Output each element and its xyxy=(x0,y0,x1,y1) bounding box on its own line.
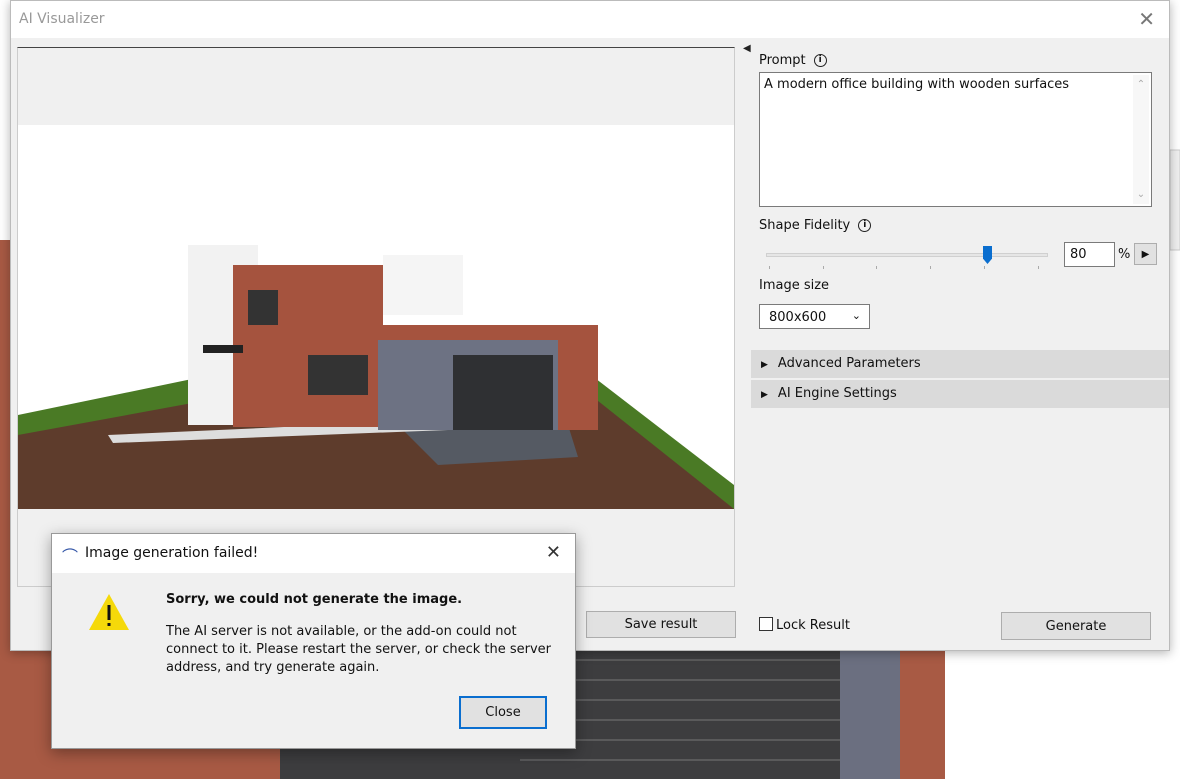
section-label: AI Engine Settings xyxy=(777,386,897,401)
collapse-panel-icon[interactable]: ◀ xyxy=(743,43,751,54)
info-icon[interactable]: i xyxy=(813,54,827,67)
error-dialog: ⌒ Image generation failed! ✕ Sorry, we c… xyxy=(51,533,576,749)
dialog-title-bar: ⌒ Image generation failed! ✕ xyxy=(52,534,575,573)
expand-arrow-icon: ▶ xyxy=(761,390,768,400)
ai-engine-settings-section[interactable]: ▶ AI Engine Settings xyxy=(751,380,1169,408)
image-size-label: Image size xyxy=(759,278,830,293)
chevron-down-icon: ⌄ xyxy=(851,309,861,322)
shape-fidelity-label: Shape Fidelity i xyxy=(759,218,872,233)
play-arrow-icon[interactable]: ▶ xyxy=(1134,243,1157,265)
slider-tick xyxy=(1038,266,1039,269)
window-title: AI Visualizer xyxy=(19,11,105,27)
prompt-value: A modern office building with wooden sur… xyxy=(764,77,1070,92)
image-size-value: 800x600 xyxy=(769,310,827,325)
app-logo-icon: ⌒ xyxy=(62,547,79,566)
shape-fidelity-input[interactable]: 80 xyxy=(1064,242,1115,267)
warning-icon xyxy=(89,594,129,630)
generate-button[interactable]: Generate xyxy=(1001,612,1151,640)
checkbox-box[interactable] xyxy=(759,617,773,631)
image-preview xyxy=(17,47,735,587)
dialog-heading: Sorry, we could not generate the image. xyxy=(166,592,463,607)
prompt-textarea[interactable]: A modern office building with wooden sur… xyxy=(759,72,1152,207)
slider-tick xyxy=(984,266,985,269)
prompt-label-text: Prompt xyxy=(759,53,806,68)
slider-tick xyxy=(823,266,824,269)
section-label: Advanced Parameters xyxy=(777,356,921,371)
prompt-scrollbar[interactable]: ⌃ ⌄ xyxy=(1133,75,1149,204)
dialog-message: The AI server is not available, or the a… xyxy=(166,624,552,675)
lock-result-checkbox[interactable]: Lock Result xyxy=(759,617,850,633)
dialog-title: Image generation failed! xyxy=(85,545,259,561)
image-size-select[interactable]: 800x600 ⌄ xyxy=(759,304,870,329)
slider-thumb[interactable] xyxy=(983,246,992,264)
dialog-close-button[interactable]: Close xyxy=(459,696,547,729)
title-bar: AI Visualizer ✕ xyxy=(11,1,1169,38)
prompt-label: Prompt i xyxy=(759,53,827,68)
slider-tick xyxy=(769,266,770,269)
advanced-parameters-section[interactable]: ▶ Advanced Parameters xyxy=(751,350,1169,378)
lock-result-label: Lock Result xyxy=(776,618,850,633)
expand-arrow-icon: ▶ xyxy=(761,360,768,370)
dialog-close-icon[interactable]: ✕ xyxy=(546,542,561,563)
shape-fidelity-slider[interactable] xyxy=(766,253,1048,257)
info-icon[interactable]: i xyxy=(858,219,872,232)
close-window-icon[interactable]: ✕ xyxy=(1138,7,1155,31)
slider-tick xyxy=(930,266,931,269)
save-result-button[interactable]: Save result xyxy=(586,611,736,638)
render-image xyxy=(18,125,734,509)
percent-unit: % xyxy=(1118,247,1131,262)
shape-fidelity-text: Shape Fidelity xyxy=(759,218,851,233)
slider-tick xyxy=(876,266,877,269)
